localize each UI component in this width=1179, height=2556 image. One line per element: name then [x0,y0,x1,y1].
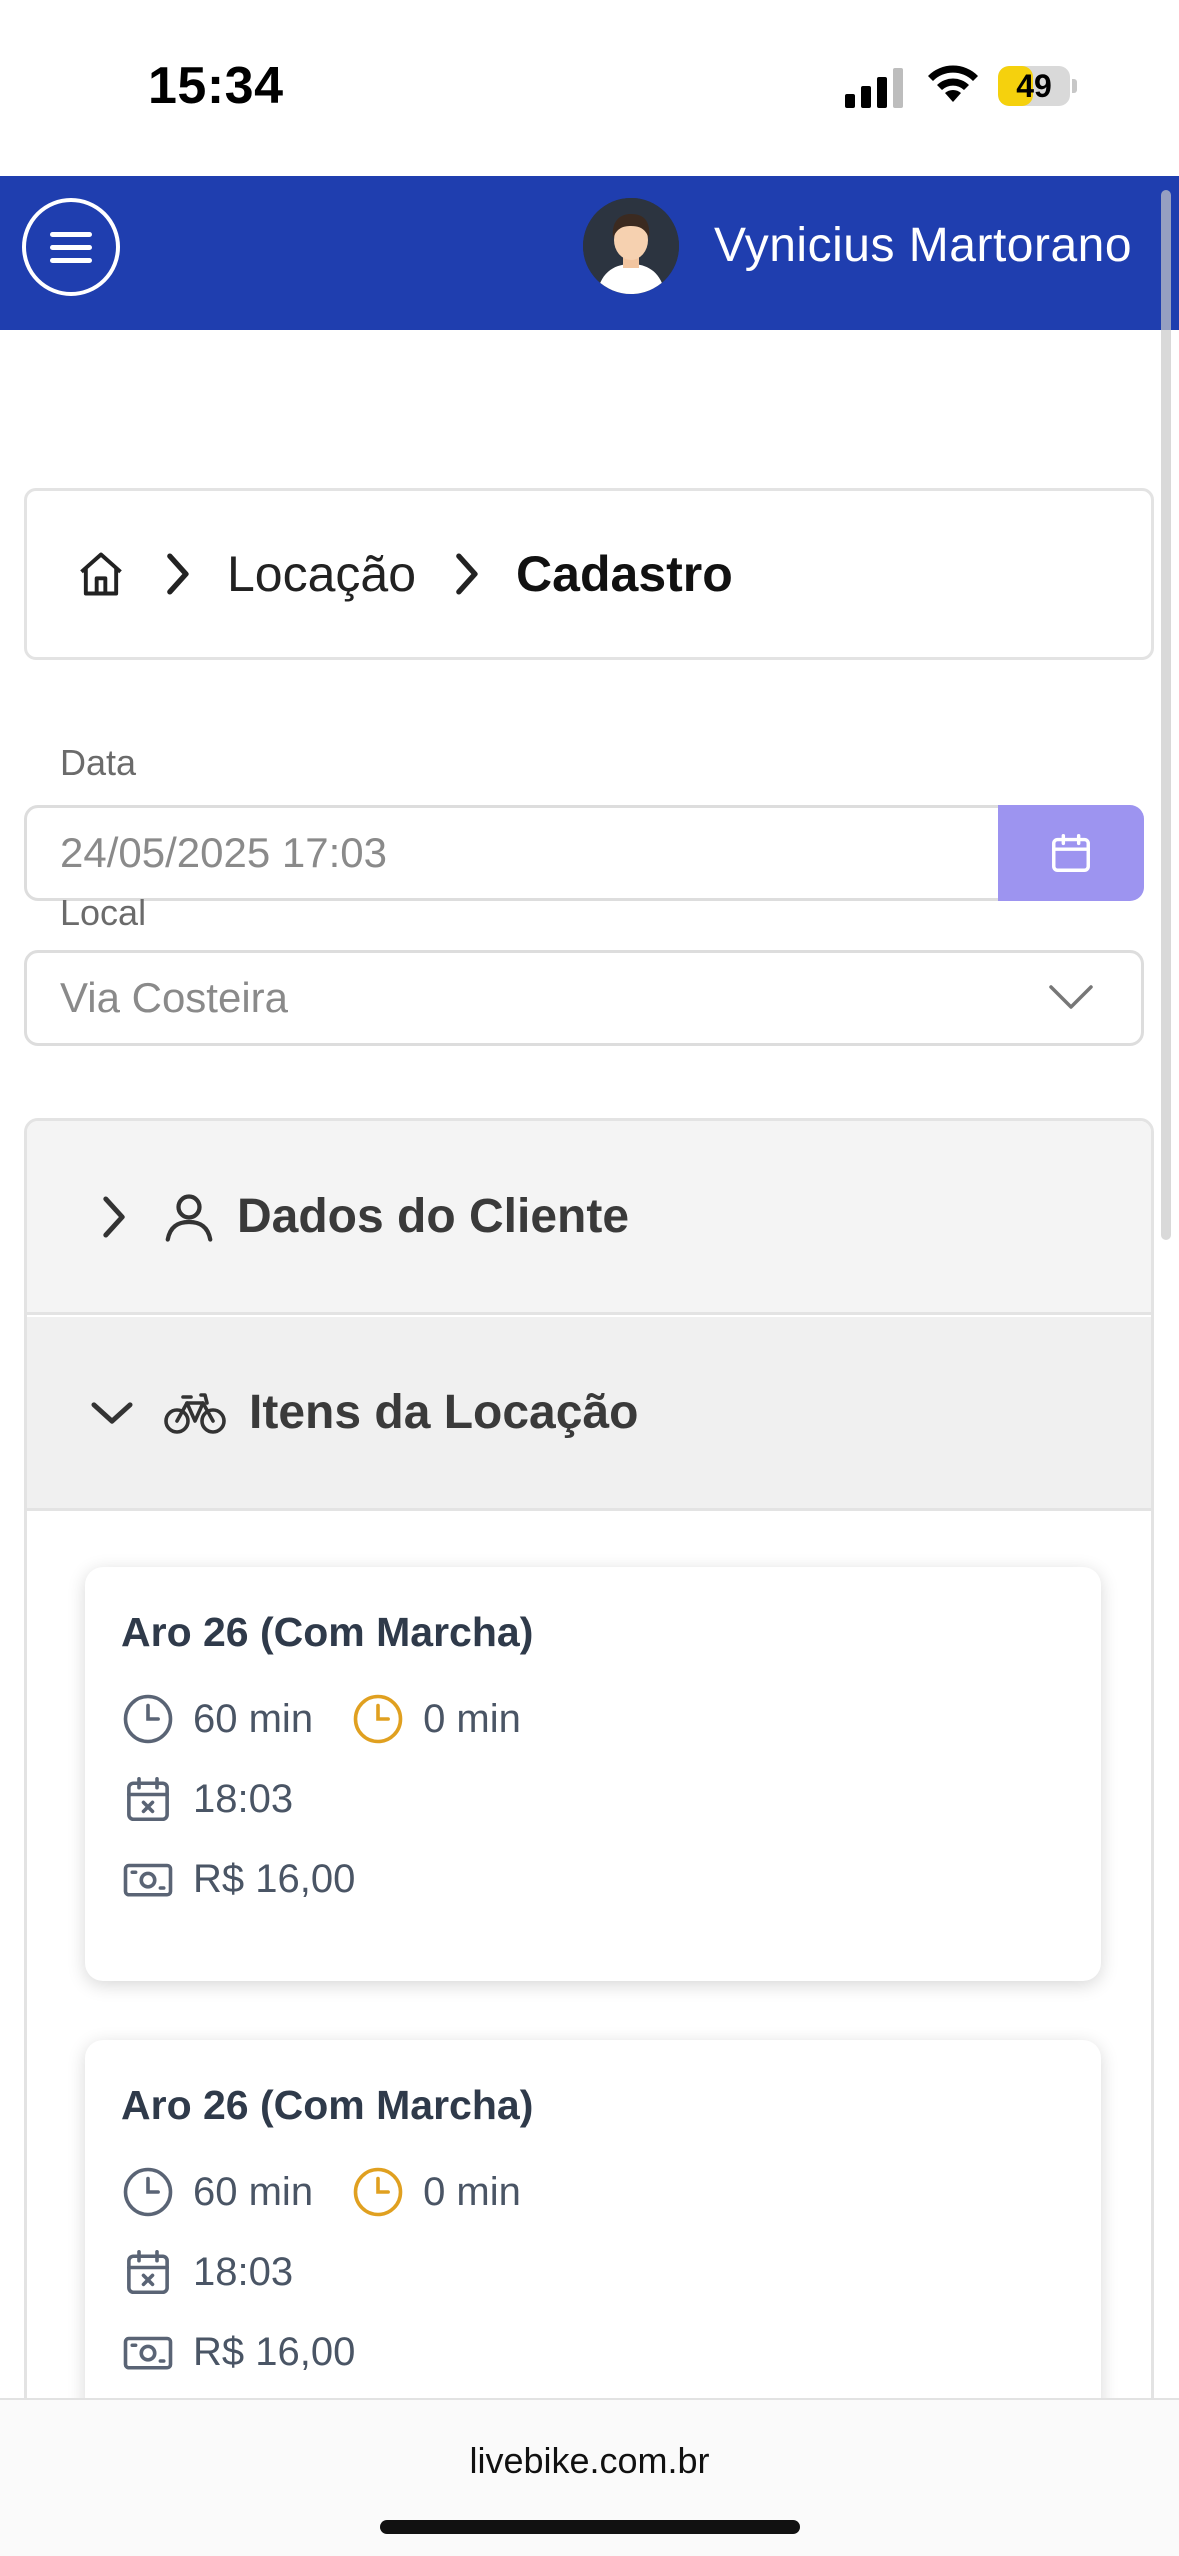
status-bar: 15:34 49 [0,0,1179,176]
rental-item-card[interactable]: Aro 26 (Com Marcha) 60 min 0 min 18:03 R… [85,2040,1101,2454]
extra-time-clock-icon [353,2167,403,2217]
local-select[interactable]: Via Costeira [24,950,1144,1046]
item-duration-row: 60 min 0 min [121,2164,521,2220]
chevron-down-icon [91,1401,133,1424]
item-extra-time: 0 min [423,1696,521,1741]
home-indicator[interactable] [380,2520,800,2534]
browser-url-bar: livebike.com.br [0,2398,1179,2556]
item-end-row: 18:03 [121,2244,293,2300]
date-label: Data [60,742,137,783]
calendar-button[interactable] [998,805,1144,901]
wifi-icon [928,65,978,102]
item-end-row: 18:03 [121,1771,293,1827]
user-name[interactable]: Vynicius Martorano [714,218,1132,273]
local-label: Local [60,892,147,933]
item-price-row: R$ 16,00 [121,1851,355,1907]
calendar-x-icon [127,2249,169,2295]
chevron-down-icon [1049,985,1093,1009]
extra-time-clock-icon [353,1694,403,1744]
battery-percent: 49 [1016,68,1052,104]
page-url[interactable]: livebike.com.br [0,2440,1179,2482]
item-extra-time: 0 min [423,2169,521,2214]
calendar-x-icon [127,1776,169,1822]
item-price: R$ 16,00 [193,2329,356,2374]
item-price: R$ 16,00 [193,1856,356,1901]
clock-icon [123,2167,173,2217]
date-input[interactable]: 24/05/2025 17:03 [24,805,1002,901]
item-name: Aro 26 (Com Marcha) [121,2082,534,2128]
chevron-right-icon [456,553,478,595]
breadcrumb-current: Cadastro [516,546,733,602]
local-select-value: Via Costeira [60,974,289,1021]
bicycle-icon [164,1392,226,1434]
item-duration: 60 min [193,1696,314,1741]
status-time: 15:34 [148,57,284,115]
item-duration: 60 min [193,2169,314,2214]
calendar-icon [1052,834,1090,872]
item-end-time: 18:03 [193,2249,294,2294]
battery-indicator: 49 [998,66,1077,106]
chevron-right-icon [103,1195,125,1238]
chevron-right-icon [167,553,189,595]
home-icon[interactable] [75,548,127,600]
cellular-signal-icon [845,68,903,108]
rental-accordion: Dados do Cliente Itens da Locação Aro 26… [24,1118,1154,2556]
breadcrumb-locacao[interactable]: Locação [227,545,416,603]
item-price-row: R$ 16,00 [121,2324,355,2380]
user-avatar[interactable] [583,198,679,294]
user-icon [165,1193,213,1242]
accordion-title-items: Itens da Locação [249,1386,639,1439]
item-duration-row: 60 min 0 min [121,1691,521,1747]
app-header: Vynicius Martorano [0,176,1179,330]
clock-icon [123,1694,173,1744]
item-name: Aro 26 (Com Marcha) [121,1609,534,1655]
scrollbar[interactable] [1161,190,1171,1240]
money-icon [123,2336,173,2370]
breadcrumb: Locação Cadastro [24,488,1154,660]
accordion-header-client[interactable]: Dados do Cliente [27,1121,1151,1315]
hamburger-menu-icon[interactable] [22,198,120,296]
accordion-title-client: Dados do Cliente [237,1190,630,1243]
money-icon [123,1863,173,1897]
item-end-time: 18:03 [193,1776,294,1821]
accordion-header-items[interactable]: Itens da Locação [27,1317,1151,1511]
rental-item-card[interactable]: Aro 26 (Com Marcha) 60 min 0 min 18:03 R… [85,1567,1101,1981]
